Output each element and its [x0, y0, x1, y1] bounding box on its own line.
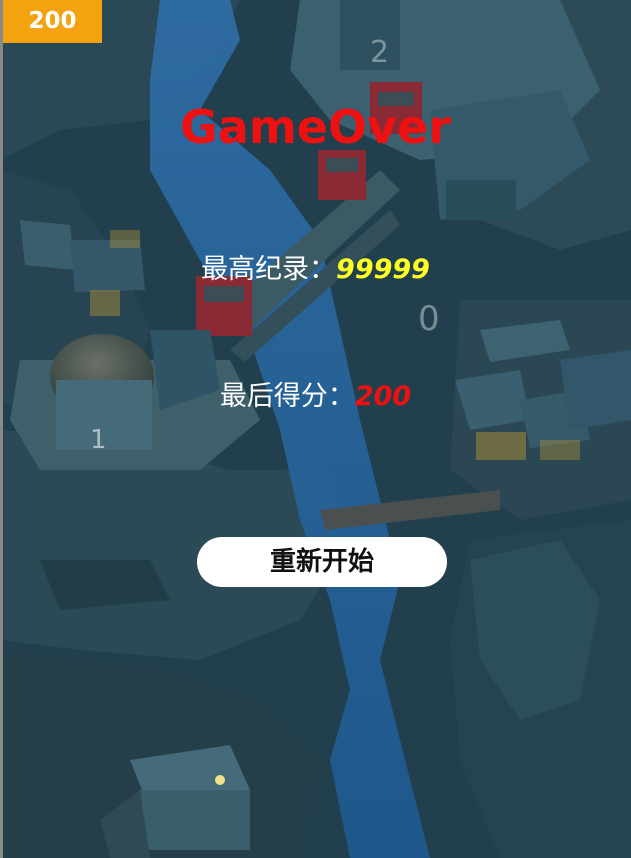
best-record-label: 最高纪录： [201, 254, 337, 285]
current-score-badge: 200 [3, 0, 102, 43]
svg-text:2: 2 [370, 35, 389, 70]
last-score-label: 最后得分： [219, 381, 355, 412]
best-record: 最高纪录：99999 [0, 247, 631, 286]
game-over-title: GameOver [180, 100, 451, 154]
svg-text:0: 0 [418, 299, 440, 339]
last-score: 最后得分：200 [0, 374, 631, 413]
svg-text:1: 1 [90, 425, 107, 455]
last-score-value: 200 [354, 381, 412, 412]
best-record-value: 99999 [336, 254, 430, 285]
restart-button[interactable]: 重新开始 [197, 537, 447, 587]
